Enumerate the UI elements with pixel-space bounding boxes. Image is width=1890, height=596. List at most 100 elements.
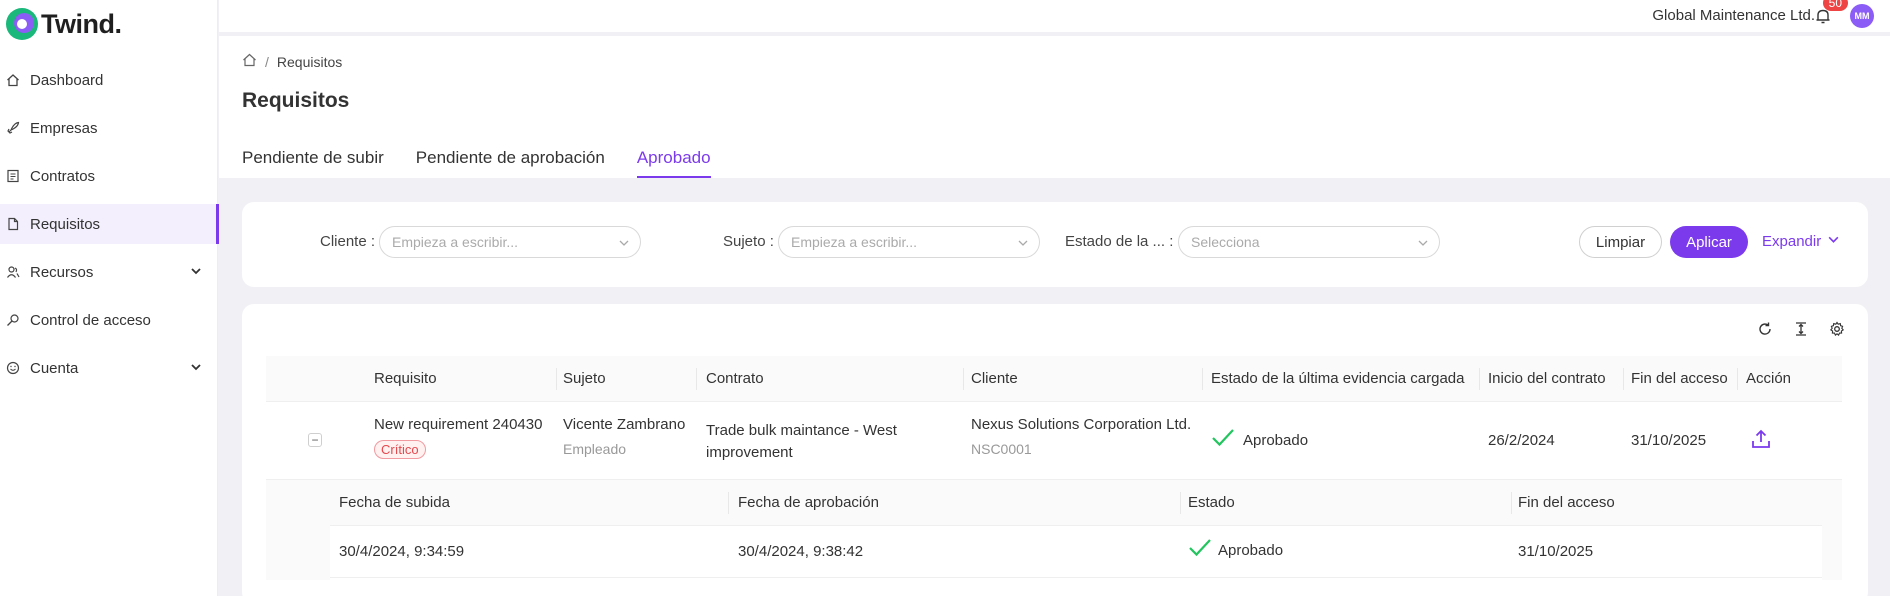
column-divider bbox=[1479, 368, 1480, 390]
sidebar-item-label: Recursos bbox=[30, 263, 94, 281]
cliente-placeholder: Empieza a escribir... bbox=[392, 234, 519, 250]
contract-icon bbox=[6, 169, 20, 183]
rocket-icon bbox=[6, 121, 20, 135]
company-name[interactable]: Global Maintenance Ltd. bbox=[1652, 7, 1815, 24]
sidebar-item-label: Contratos bbox=[30, 167, 96, 185]
sidebar-item-label: Requisitos bbox=[30, 215, 101, 233]
chevron-down-icon bbox=[190, 264, 202, 281]
column-divider bbox=[963, 368, 964, 390]
estado-cell: Aprobado bbox=[1211, 428, 1308, 452]
sidebar-item-contratos[interactable]: Contratos bbox=[0, 156, 218, 196]
column-header-contrato[interactable]: Contrato bbox=[706, 370, 764, 387]
page-title: Requisitos bbox=[242, 89, 350, 112]
collapse-row-button[interactable]: − bbox=[308, 433, 322, 447]
sujeto-select[interactable]: Empieza a escribir... bbox=[778, 226, 1040, 258]
column-divider bbox=[1511, 492, 1512, 514]
column-header-estado[interactable]: Estado de la última evidencia cargada bbox=[1211, 370, 1465, 387]
contrato-cell: Trade bulk maintance - West improvement bbox=[706, 420, 897, 464]
expand-label: Expandir bbox=[1762, 233, 1822, 250]
breadcrumb-current: Requisitos bbox=[276, 53, 343, 70]
chevron-down-icon bbox=[1821, 233, 1840, 250]
cliente-cell: Nexus Solutions Corporation Ltd. NSC0001 bbox=[971, 416, 1191, 457]
table-row[interactable]: − New requirement 240430 Crítico Vicente… bbox=[266, 402, 1842, 480]
column-header-fin-acceso: Fin del acceso bbox=[1518, 494, 1615, 511]
requisito-name: New requirement 240430 bbox=[374, 416, 543, 433]
upload-icon[interactable] bbox=[1750, 428, 1772, 454]
tab-pendiente-de-subir[interactable]: Pendiente de subir bbox=[242, 148, 384, 178]
chevron-down-icon bbox=[618, 236, 630, 252]
sidebar-item-empresas[interactable]: Empresas bbox=[0, 108, 218, 148]
expand-button[interactable]: Expandir bbox=[1762, 233, 1840, 250]
breadcrumb: / Requisitos bbox=[242, 53, 342, 70]
avatar[interactable]: MM bbox=[1850, 4, 1874, 28]
column-divider bbox=[1180, 492, 1181, 514]
critical-tag: Crítico bbox=[374, 440, 426, 459]
cliente-name: Nexus Solutions Corporation Ltd. bbox=[971, 416, 1192, 433]
estado-label: Estado de la ... : bbox=[1065, 233, 1174, 250]
apply-button[interactable]: Aplicar bbox=[1670, 226, 1748, 258]
filter-panel: Cliente : Empieza a escribir... Sujeto :… bbox=[242, 202, 1868, 287]
tabs: Pendiente de subir Pendiente de aprobaci… bbox=[242, 148, 743, 178]
estado-select[interactable]: Selecciona bbox=[1178, 226, 1440, 258]
sidebar-item-cuenta[interactable]: Cuenta bbox=[0, 348, 218, 388]
clear-button[interactable]: Limpiar bbox=[1579, 226, 1662, 258]
logo-icon bbox=[6, 8, 38, 40]
sidebar-item-dashboard[interactable]: Dashboard bbox=[0, 60, 218, 100]
cliente-select[interactable]: Empieza a escribir... bbox=[379, 226, 641, 258]
chevron-down-icon bbox=[1417, 236, 1429, 252]
fin-acceso-value: 31/10/2025 bbox=[1518, 543, 1594, 560]
sidebar-nav: Dashboard Empresas Contratos Requisitos … bbox=[0, 60, 219, 396]
tab-pendiente-de-aprobacion[interactable]: Pendiente de aprobación bbox=[416, 148, 605, 178]
settings-icon[interactable] bbox=[1826, 318, 1848, 340]
column-divider bbox=[1623, 368, 1624, 390]
table-header: Requisito Sujeto Contrato Cliente Estado… bbox=[266, 356, 1842, 402]
column-divider bbox=[728, 492, 729, 514]
logo-text: Twind. bbox=[41, 8, 122, 39]
table-toolbar bbox=[1740, 318, 1848, 340]
sidebar-item-requisitos[interactable]: Requisitos bbox=[0, 204, 219, 244]
sidebar: Twind. Dashboard Empresas Contratos Requ… bbox=[0, 0, 219, 596]
key-icon bbox=[6, 313, 20, 327]
column-header-requisito[interactable]: Requisito bbox=[374, 370, 437, 387]
column-divider bbox=[1737, 368, 1738, 390]
column-header-cliente[interactable]: Cliente bbox=[971, 370, 1018, 387]
column-divider bbox=[1202, 368, 1203, 390]
column-height-icon[interactable] bbox=[1790, 318, 1812, 340]
sidebar-item-control-de-acceso[interactable]: Control de acceso bbox=[0, 300, 218, 340]
fecha-aprobacion-value: 30/4/2024, 9:38:42 bbox=[738, 543, 864, 560]
evidence-table: Fecha de subida Fecha de aprobación Esta… bbox=[330, 480, 1822, 580]
contrato-line: improvement bbox=[706, 444, 793, 461]
sidebar-item-label: Dashboard bbox=[30, 71, 104, 89]
sujeto-placeholder: Empieza a escribir... bbox=[791, 234, 918, 250]
document-icon bbox=[6, 217, 20, 231]
sidebar-item-label: Control de acceso bbox=[30, 311, 151, 329]
check-icon bbox=[1211, 428, 1235, 452]
logo[interactable]: Twind. bbox=[6, 8, 122, 40]
column-header-fin[interactable]: Fin del acceso bbox=[1631, 370, 1728, 387]
sidebar-item-recursos[interactable]: Recursos bbox=[0, 252, 218, 292]
sidebar-item-label: Cuenta bbox=[30, 359, 79, 377]
column-header-accion: Acción bbox=[1746, 370, 1792, 387]
sujeto-cell: Vicente Zambrano Empleado bbox=[563, 416, 685, 457]
sujeto-role: Empleado bbox=[563, 441, 627, 457]
column-header-sujeto[interactable]: Sujeto bbox=[563, 370, 606, 387]
notification-badge: 50 bbox=[1822, 0, 1848, 11]
cliente-code: NSC0001 bbox=[971, 441, 1032, 457]
chevron-down-icon bbox=[1017, 236, 1029, 252]
breadcrumb-separator: / bbox=[265, 53, 269, 70]
column-divider bbox=[556, 368, 557, 390]
fin-cell: 31/10/2025 bbox=[1631, 432, 1707, 449]
home-icon[interactable] bbox=[242, 53, 257, 70]
evidence-row: 30/4/2024, 9:34:59 30/4/2024, 9:38:42 Ap… bbox=[330, 526, 1822, 578]
cliente-label: Cliente : bbox=[320, 233, 376, 250]
check-icon bbox=[1188, 538, 1212, 562]
requisito-cell: New requirement 240430 Crítico bbox=[374, 416, 542, 459]
topbar: Global Maintenance Ltd. 50 MM bbox=[219, 0, 1890, 32]
sujeto-name: Vicente Zambrano bbox=[563, 416, 686, 433]
reload-icon[interactable] bbox=[1754, 318, 1776, 340]
column-header-estado: Estado bbox=[1188, 494, 1235, 511]
expanded-row-panel: Fecha de subida Fecha de aprobación Esta… bbox=[266, 480, 1842, 580]
column-divider bbox=[696, 368, 697, 390]
column-header-inicio[interactable]: Inicio del contrato bbox=[1488, 370, 1606, 387]
tab-aprobado[interactable]: Aprobado bbox=[636, 148, 711, 178]
